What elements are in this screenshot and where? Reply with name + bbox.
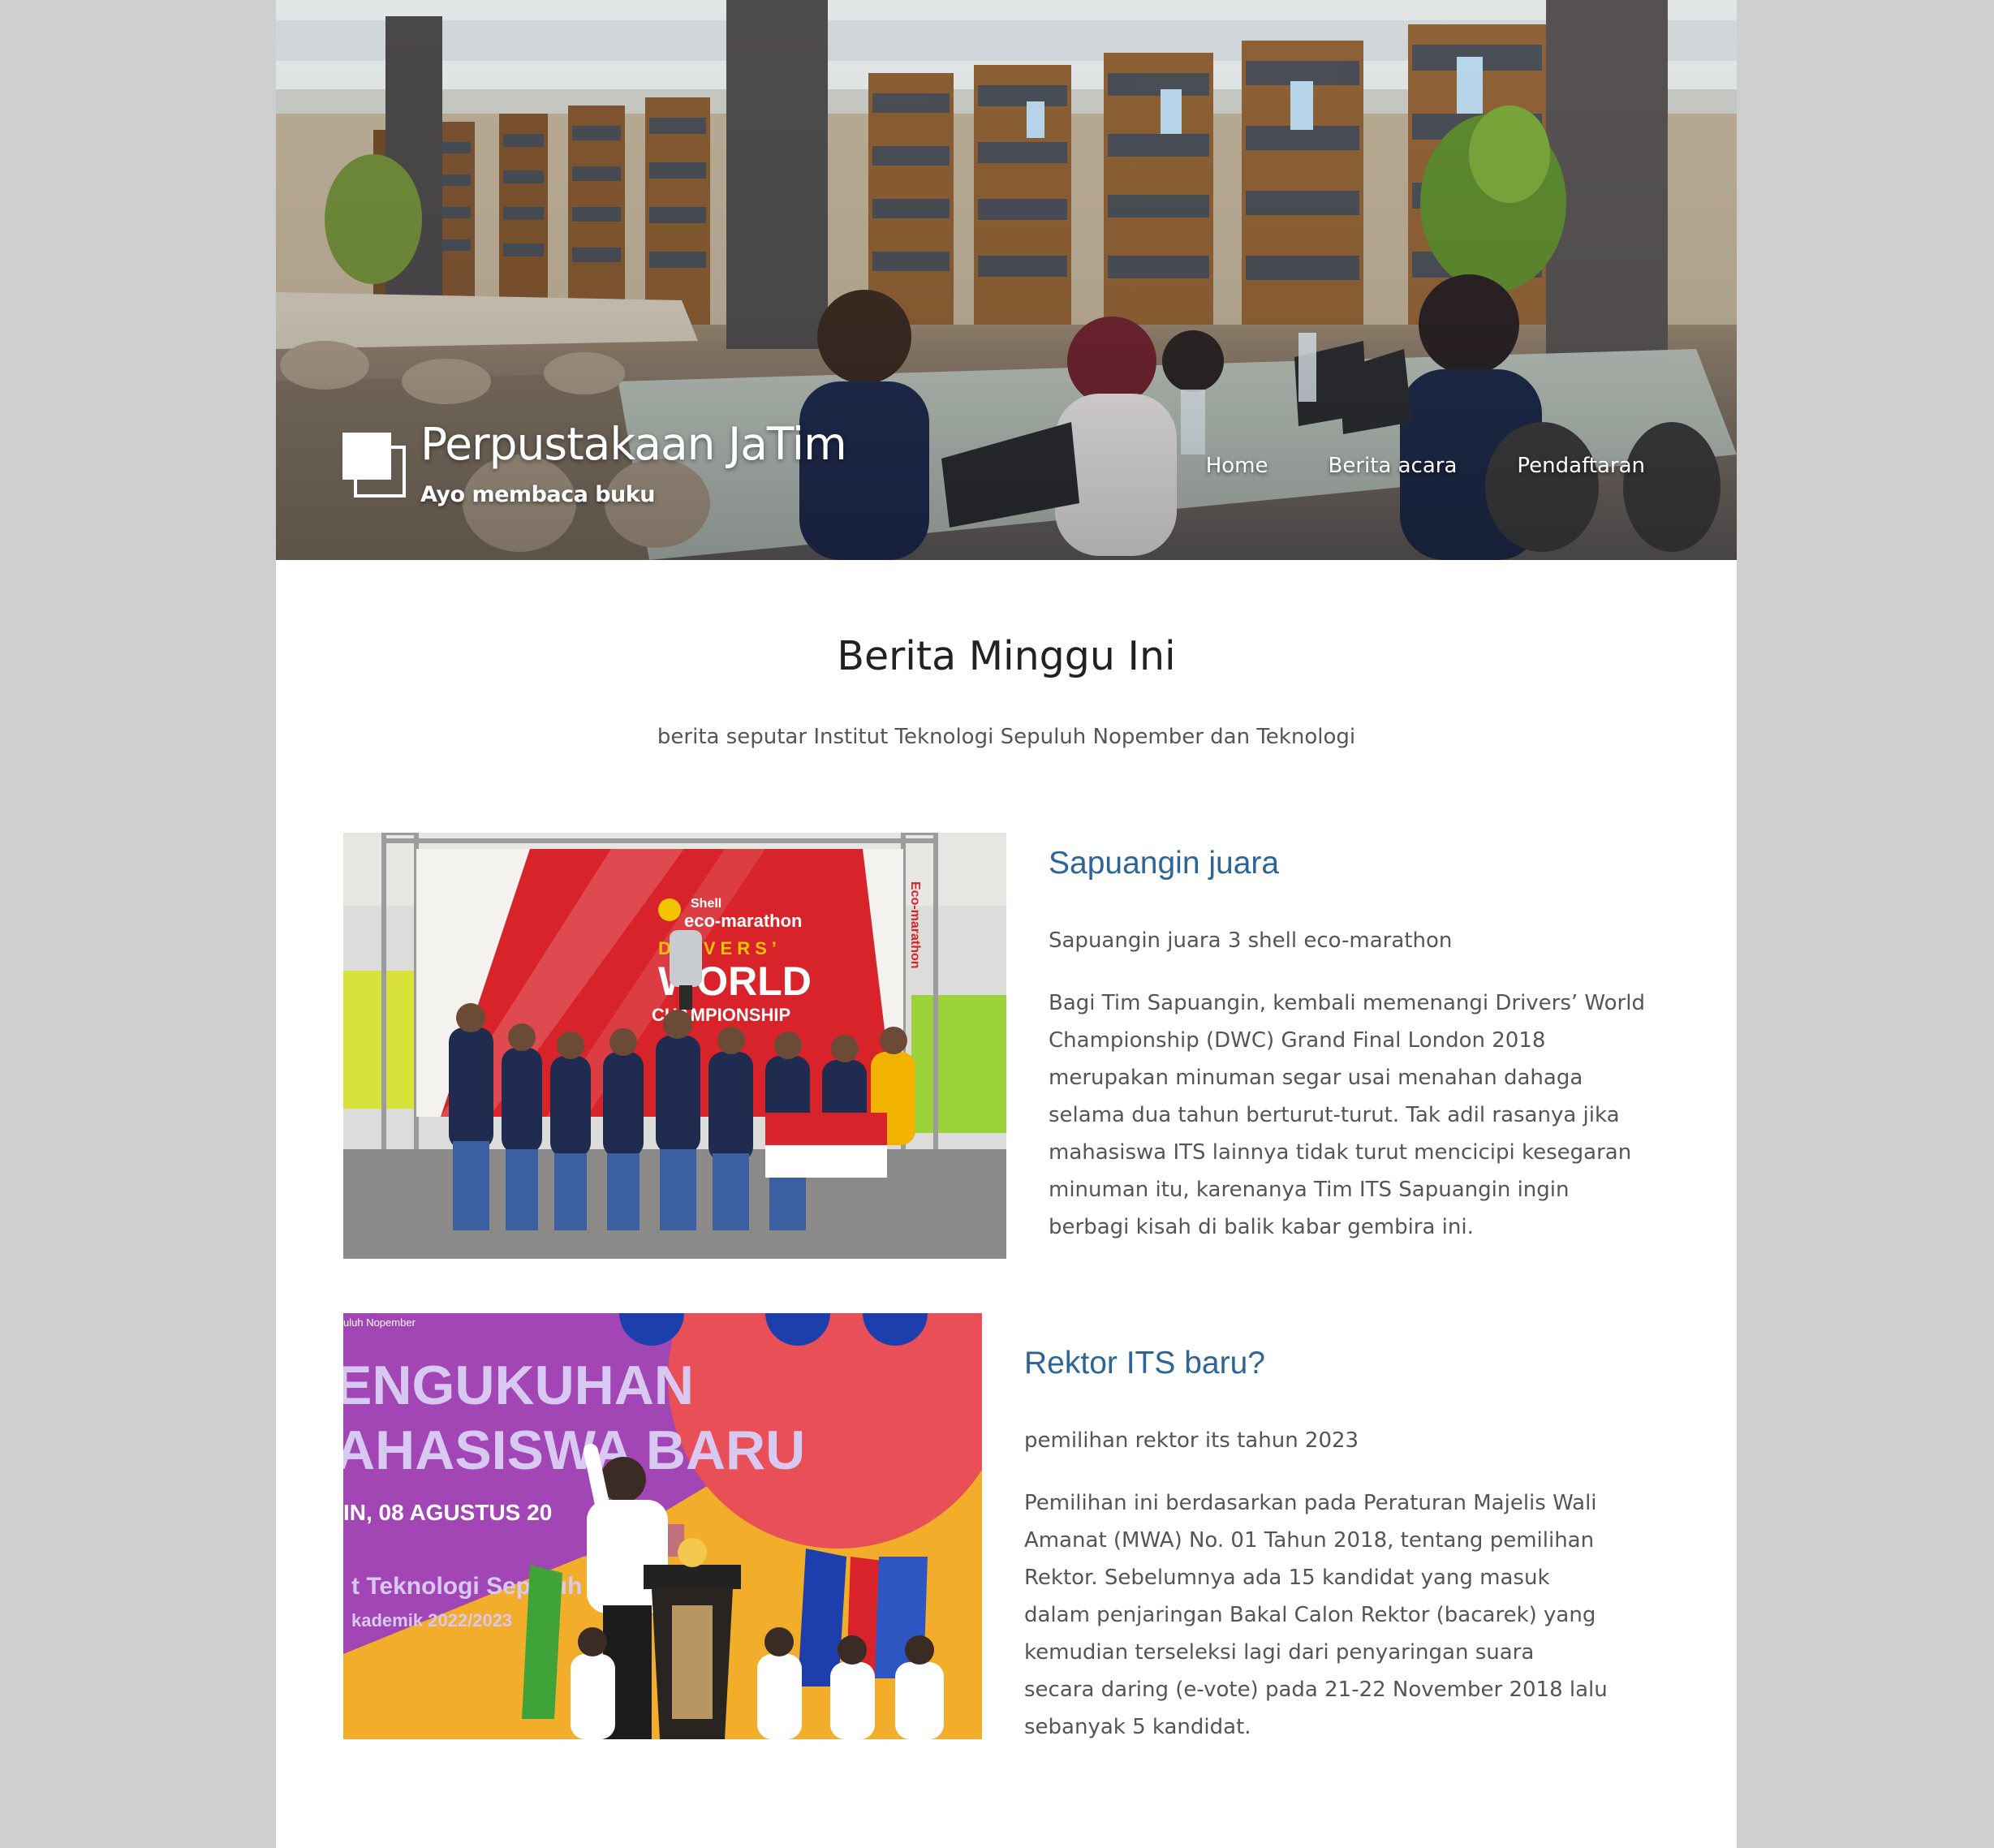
section-subtitle: berita seputar Institut Teknologi Sepulu… bbox=[657, 725, 1356, 749]
banner-year-text: kademik 2022/2023 bbox=[351, 1610, 512, 1630]
nav-home-link[interactable]: Home bbox=[1206, 454, 1268, 478]
banner-brand-text: Shell bbox=[691, 897, 721, 911]
article-lead-sapuangin: Sapuangin juara 3 shell eco-marathon bbox=[1049, 928, 1453, 953]
article-image-rektor[interactable]: uluh Nopember ENGUKUHAN AHASISWA BARU IN… bbox=[343, 1313, 982, 1739]
nav-berita-acara-link[interactable]: Berita acara bbox=[1328, 454, 1457, 478]
logo-filled-square bbox=[342, 433, 391, 480]
banner-mahasiswa-text: AHASISWA BARU bbox=[343, 1419, 805, 1481]
article-title-rektor[interactable]: Rektor ITS baru? bbox=[1024, 1346, 1265, 1381]
article-lead-rektor: pemilihan rektor its tahun 2023 bbox=[1024, 1428, 1359, 1453]
site-header: Perpustakaan JaTim Ayo membaca buku Home… bbox=[276, 0, 1737, 560]
banner-date-text: IN, 08 AGUSTUS 20 bbox=[343, 1500, 552, 1525]
article-image-sapuangin[interactable]: Shell eco-marathon DRIVERS’ WORLD CHAMPI… bbox=[343, 833, 1006, 1259]
site-logo[interactable] bbox=[342, 433, 424, 507]
banner-side-text: Eco-marathon bbox=[908, 881, 922, 969]
page-container: Perpustakaan JaTim Ayo membaca buku Home… bbox=[276, 0, 1737, 1848]
main-navigation: Home Berita acara Pendaftaran bbox=[1206, 454, 1645, 478]
article-title-sapuangin[interactable]: Sapuangin juara bbox=[1049, 846, 1279, 881]
banner-pengukuhan-text: ENGUKUHAN bbox=[343, 1355, 694, 1416]
site-title[interactable]: Perpustakaan JaTim bbox=[420, 418, 847, 470]
nav-pendaftaran-link[interactable]: Pendaftaran bbox=[1517, 454, 1645, 478]
site-tagline: Ayo membaca buku bbox=[420, 482, 655, 507]
banner-event-text: eco-marathon bbox=[684, 911, 802, 931]
banner-top-text: uluh Nopember bbox=[343, 1316, 416, 1329]
article-body-sapuangin: Bagi Tim Sapuangin, kembali memenangi Dr… bbox=[1049, 991, 1645, 1239]
article-body-rektor: Pemilihan ini berdasarkan pada Peraturan… bbox=[1024, 1491, 1608, 1739]
section-title: Berita Minggu Ini bbox=[837, 633, 1176, 679]
